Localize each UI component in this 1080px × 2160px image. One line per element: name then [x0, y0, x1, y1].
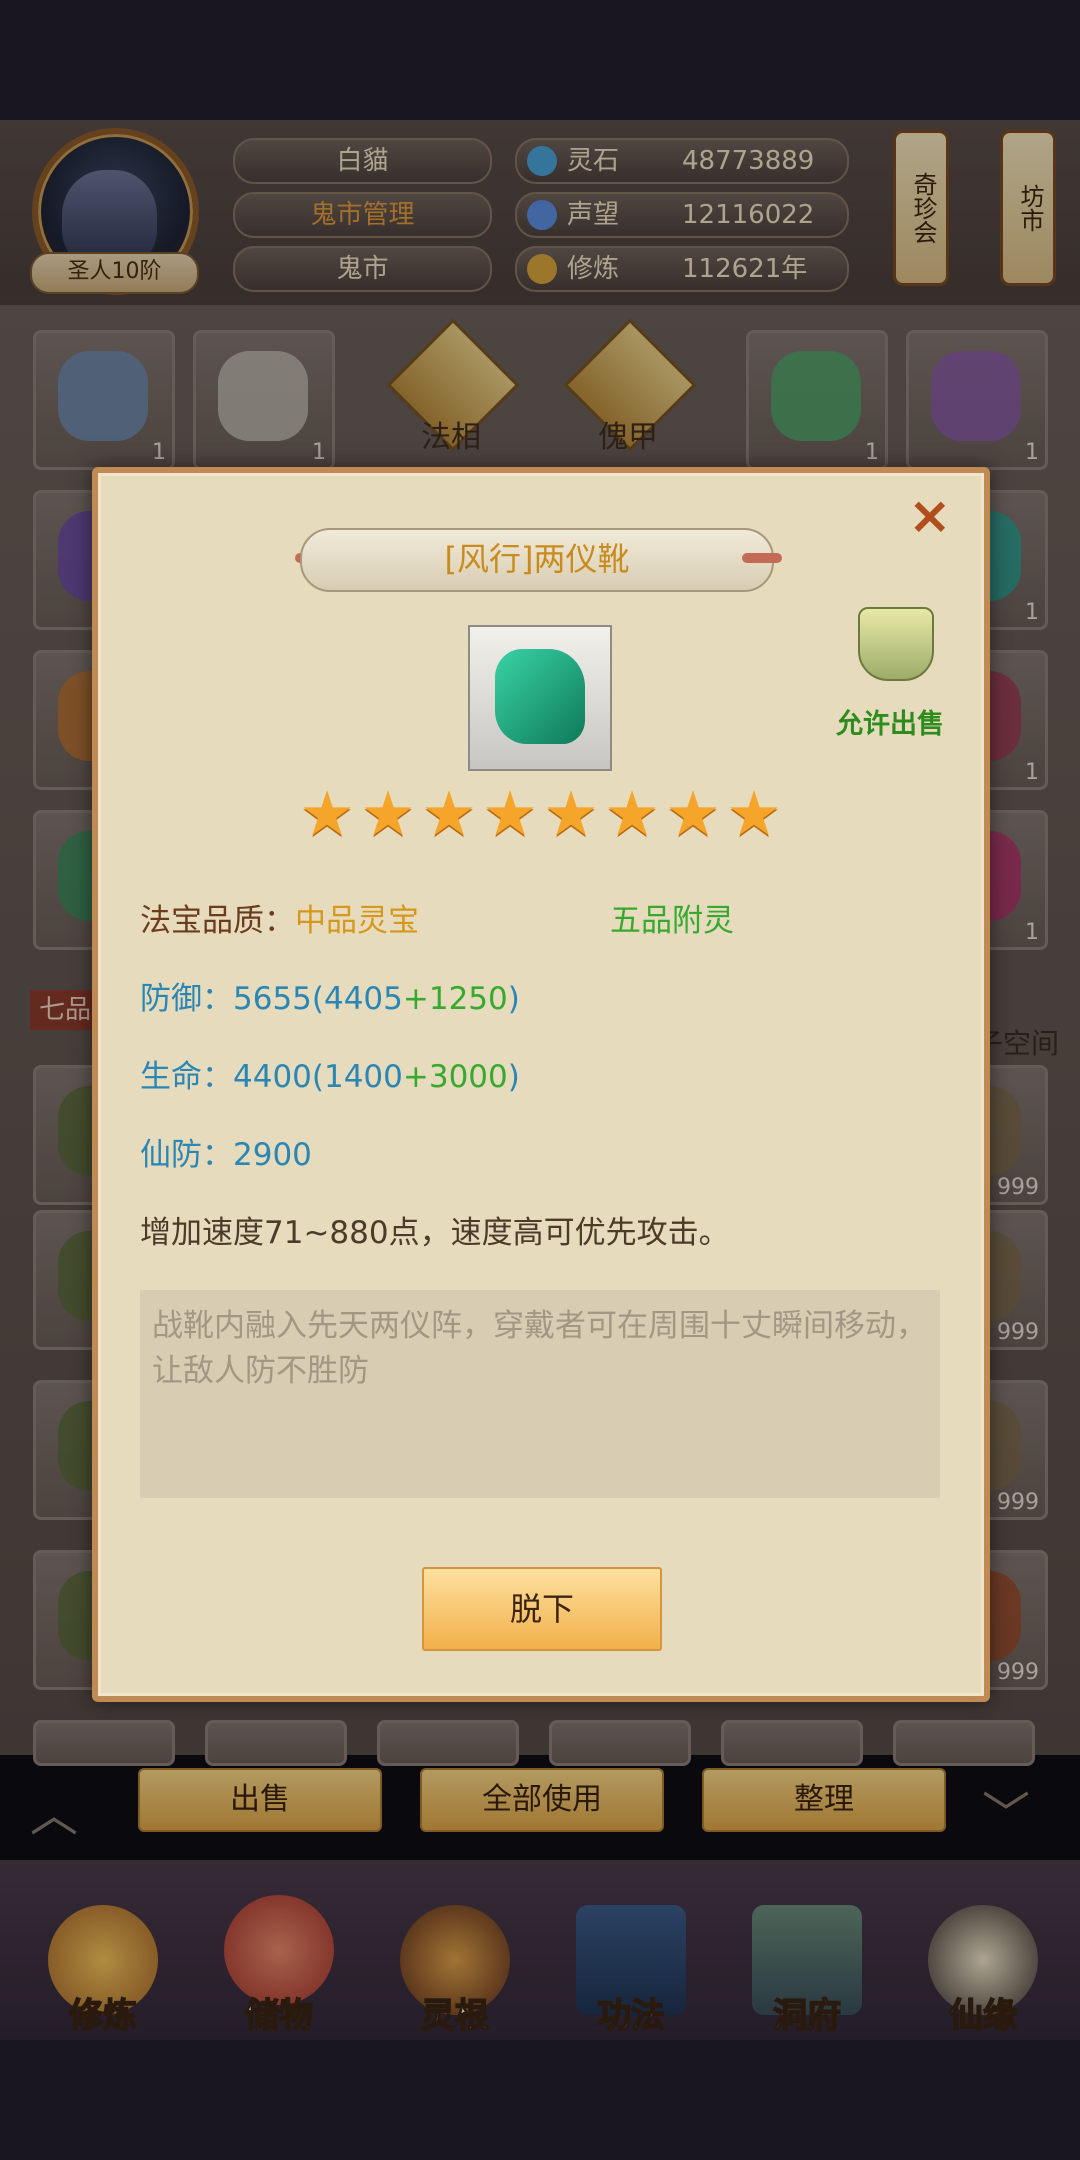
- enchant-level: 五品附灵: [610, 903, 734, 939]
- title-right-ornament: [742, 553, 782, 563]
- star-icon: ★: [543, 777, 599, 850]
- lock-icon[interactable]: [858, 607, 934, 681]
- bottom-bar: [0, 2040, 1080, 2160]
- star-icon: ★: [665, 777, 721, 850]
- allow-sale-label[interactable]: 允许出售: [836, 702, 944, 741]
- item-title: [风行]两仪靴: [300, 528, 774, 592]
- defense-row: 防御：5655(4405+1250): [140, 981, 520, 1017]
- immortal-defense-row: 仙防：2900: [140, 1137, 312, 1173]
- boots-icon: [495, 649, 585, 744]
- top-bar: [0, 0, 1080, 120]
- star-icon: ★: [299, 777, 355, 850]
- effect-text: 增加速度71~880点，速度高可优先攻击。: [140, 1215, 730, 1251]
- star-icon: ★: [360, 777, 416, 850]
- star-icon: ★: [482, 777, 538, 850]
- hp-row: 生命：4400(1400+3000): [140, 1059, 520, 1095]
- unequip-button[interactable]: 脱下: [422, 1567, 662, 1651]
- star-icon: ★: [604, 777, 660, 850]
- quality-row: 法宝品质：中品灵宝: [140, 903, 419, 939]
- star-icon: ★: [421, 777, 477, 850]
- item-image: [468, 625, 612, 771]
- item-description: 战靴内融入先天两仪阵，穿戴者可在周围十丈瞬间移动，让敌人防不胜防: [140, 1290, 940, 1498]
- star-icon: ★: [726, 777, 782, 850]
- close-icon[interactable]: ×: [908, 486, 952, 546]
